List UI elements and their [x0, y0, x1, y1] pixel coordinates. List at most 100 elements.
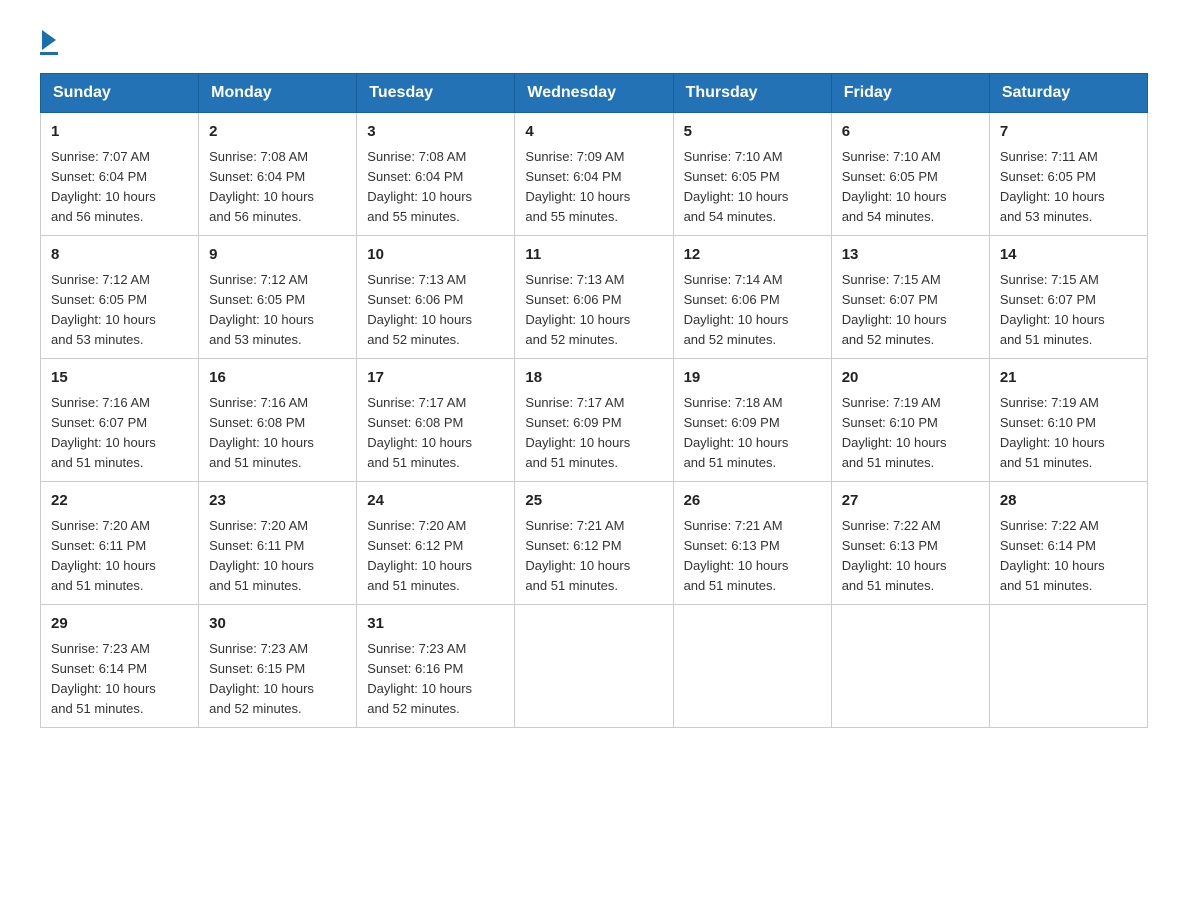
logo	[40, 30, 58, 55]
calendar-cell: 13 Sunrise: 7:15 AMSunset: 6:07 PMDayligh…	[831, 236, 989, 359]
logo-arrow-icon	[42, 30, 56, 50]
weekday-header-row: SundayMondayTuesdayWednesdayThursdayFrid…	[41, 74, 1148, 113]
calendar-cell	[831, 605, 989, 728]
day-info: Sunrise: 7:07 AMSunset: 6:04 PMDaylight:…	[51, 149, 156, 224]
day-number: 17	[367, 367, 504, 390]
day-number: 22	[51, 490, 188, 513]
day-info: Sunrise: 7:22 AMSunset: 6:13 PMDaylight:…	[842, 518, 947, 593]
day-number: 16	[209, 367, 346, 390]
calendar-cell: 15 Sunrise: 7:16 AMSunset: 6:07 PMDayligh…	[41, 359, 199, 482]
calendar-cell: 31Sunrise: 7:23 AMSunset: 6:16 PMDayligh…	[357, 605, 515, 728]
calendar-cell: 6Sunrise: 7:10 AMSunset: 6:05 PMDaylight…	[831, 113, 989, 236]
day-info: Sunrise: 7:18 AMSunset: 6:09 PMDaylight:…	[684, 395, 789, 470]
calendar-cell: 24Sunrise: 7:20 AMSunset: 6:12 PMDayligh…	[357, 482, 515, 605]
day-info: Sunrise: 7:13 AMSunset: 6:06 PMDaylight:…	[525, 272, 630, 347]
calendar-cell: 16 Sunrise: 7:16 AMSunset: 6:08 PMDayligh…	[199, 359, 357, 482]
calendar-cell: 30 Sunrise: 7:23 AMSunset: 6:15 PMDayligh…	[199, 605, 357, 728]
day-number: 3	[367, 121, 504, 144]
calendar-cell: 1Sunrise: 7:07 AMSunset: 6:04 PMDaylight…	[41, 113, 199, 236]
day-number: 19	[684, 367, 821, 390]
day-number: 18	[525, 367, 662, 390]
day-number: 8	[51, 244, 188, 267]
day-info: Sunrise: 7:17 AMSunset: 6:08 PMDaylight:…	[367, 395, 472, 470]
calendar-cell: 22 Sunrise: 7:20 AMSunset: 6:11 PMDayligh…	[41, 482, 199, 605]
weekday-header-monday: Monday	[199, 74, 357, 113]
day-number: 25	[525, 490, 662, 513]
calendar-cell: 10Sunrise: 7:13 AMSunset: 6:06 PMDayligh…	[357, 236, 515, 359]
day-number: 15	[51, 367, 188, 390]
day-number: 29	[51, 613, 188, 636]
calendar-cell: 25 Sunrise: 7:21 AMSunset: 6:12 PMDayligh…	[515, 482, 673, 605]
day-info: Sunrise: 7:12 AMSunset: 6:05 PMDaylight:…	[51, 272, 156, 347]
day-number: 27	[842, 490, 979, 513]
calendar-cell	[515, 605, 673, 728]
day-info: Sunrise: 7:10 AMSunset: 6:05 PMDaylight:…	[684, 149, 789, 224]
page-header	[40, 30, 1148, 55]
week-row-3: 15 Sunrise: 7:16 AMSunset: 6:07 PMDayligh…	[41, 359, 1148, 482]
day-info: Sunrise: 7:08 AMSunset: 6:04 PMDaylight:…	[367, 149, 472, 224]
day-number: 7	[1000, 121, 1137, 144]
day-info: Sunrise: 7:23 AMSunset: 6:16 PMDaylight:…	[367, 641, 472, 716]
day-info: Sunrise: 7:19 AMSunset: 6:10 PMDaylight:…	[1000, 395, 1105, 470]
day-number: 4	[525, 121, 662, 144]
weekday-header-tuesday: Tuesday	[357, 74, 515, 113]
day-number: 23	[209, 490, 346, 513]
day-info: Sunrise: 7:20 AMSunset: 6:11 PMDaylight:…	[51, 518, 156, 593]
day-info: Sunrise: 7:09 AMSunset: 6:04 PMDaylight:…	[525, 149, 630, 224]
calendar-cell: 5Sunrise: 7:10 AMSunset: 6:05 PMDaylight…	[673, 113, 831, 236]
calendar-cell: 4 Sunrise: 7:09 AMSunset: 6:04 PMDaylight…	[515, 113, 673, 236]
day-info: Sunrise: 7:23 AMSunset: 6:15 PMDaylight:…	[209, 641, 314, 716]
weekday-header-wednesday: Wednesday	[515, 74, 673, 113]
day-number: 11	[525, 244, 662, 267]
calendar-cell: 8 Sunrise: 7:12 AMSunset: 6:05 PMDaylight…	[41, 236, 199, 359]
day-number: 9	[209, 244, 346, 267]
weekday-header-saturday: Saturday	[989, 74, 1147, 113]
weekday-header-sunday: Sunday	[41, 74, 199, 113]
day-info: Sunrise: 7:22 AMSunset: 6:14 PMDaylight:…	[1000, 518, 1105, 593]
day-info: Sunrise: 7:17 AMSunset: 6:09 PMDaylight:…	[525, 395, 630, 470]
calendar-cell: 23Sunrise: 7:20 AMSunset: 6:11 PMDayligh…	[199, 482, 357, 605]
weekday-header-friday: Friday	[831, 74, 989, 113]
calendar-cell: 9 Sunrise: 7:12 AMSunset: 6:05 PMDaylight…	[199, 236, 357, 359]
week-row-4: 22 Sunrise: 7:20 AMSunset: 6:11 PMDayligh…	[41, 482, 1148, 605]
day-number: 30	[209, 613, 346, 636]
calendar-table: SundayMondayTuesdayWednesdayThursdayFrid…	[40, 73, 1148, 728]
day-info: Sunrise: 7:19 AMSunset: 6:10 PMDaylight:…	[842, 395, 947, 470]
day-info: Sunrise: 7:10 AMSunset: 6:05 PMDaylight:…	[842, 149, 947, 224]
day-number: 26	[684, 490, 821, 513]
weekday-header-thursday: Thursday	[673, 74, 831, 113]
calendar-cell: 19 Sunrise: 7:18 AMSunset: 6:09 PMDayligh…	[673, 359, 831, 482]
calendar-cell: 14Sunrise: 7:15 AMSunset: 6:07 PMDayligh…	[989, 236, 1147, 359]
day-number: 13	[842, 244, 979, 267]
week-row-1: 1Sunrise: 7:07 AMSunset: 6:04 PMDaylight…	[41, 113, 1148, 236]
day-info: Sunrise: 7:15 AMSunset: 6:07 PMDaylight:…	[842, 272, 947, 347]
day-number: 20	[842, 367, 979, 390]
week-row-5: 29 Sunrise: 7:23 AMSunset: 6:14 PMDayligh…	[41, 605, 1148, 728]
day-info: Sunrise: 7:21 AMSunset: 6:13 PMDaylight:…	[684, 518, 789, 593]
calendar-cell	[673, 605, 831, 728]
calendar-cell: 20 Sunrise: 7:19 AMSunset: 6:10 PMDayligh…	[831, 359, 989, 482]
day-number: 12	[684, 244, 821, 267]
calendar-cell: 18 Sunrise: 7:17 AMSunset: 6:09 PMDayligh…	[515, 359, 673, 482]
week-row-2: 8 Sunrise: 7:12 AMSunset: 6:05 PMDaylight…	[41, 236, 1148, 359]
calendar-cell: 12Sunrise: 7:14 AMSunset: 6:06 PMDayligh…	[673, 236, 831, 359]
calendar-cell: 28 Sunrise: 7:22 AMSunset: 6:14 PMDayligh…	[989, 482, 1147, 605]
day-number: 21	[1000, 367, 1137, 390]
day-info: Sunrise: 7:23 AMSunset: 6:14 PMDaylight:…	[51, 641, 156, 716]
day-info: Sunrise: 7:15 AMSunset: 6:07 PMDaylight:…	[1000, 272, 1105, 347]
day-number: 2	[209, 121, 346, 144]
day-info: Sunrise: 7:16 AMSunset: 6:08 PMDaylight:…	[209, 395, 314, 470]
calendar-cell: 2Sunrise: 7:08 AMSunset: 6:04 PMDaylight…	[199, 113, 357, 236]
day-info: Sunrise: 7:13 AMSunset: 6:06 PMDaylight:…	[367, 272, 472, 347]
logo-underline	[40, 52, 58, 55]
day-number: 28	[1000, 490, 1137, 513]
day-info: Sunrise: 7:12 AMSunset: 6:05 PMDaylight:…	[209, 272, 314, 347]
day-info: Sunrise: 7:21 AMSunset: 6:12 PMDaylight:…	[525, 518, 630, 593]
calendar-cell: 21 Sunrise: 7:19 AMSunset: 6:10 PMDayligh…	[989, 359, 1147, 482]
day-info: Sunrise: 7:16 AMSunset: 6:07 PMDaylight:…	[51, 395, 156, 470]
calendar-cell: 7Sunrise: 7:11 AMSunset: 6:05 PMDaylight…	[989, 113, 1147, 236]
calendar-cell: 29 Sunrise: 7:23 AMSunset: 6:14 PMDayligh…	[41, 605, 199, 728]
calendar-cell: 27 Sunrise: 7:22 AMSunset: 6:13 PMDayligh…	[831, 482, 989, 605]
day-number: 24	[367, 490, 504, 513]
calendar-cell: 17 Sunrise: 7:17 AMSunset: 6:08 PMDayligh…	[357, 359, 515, 482]
